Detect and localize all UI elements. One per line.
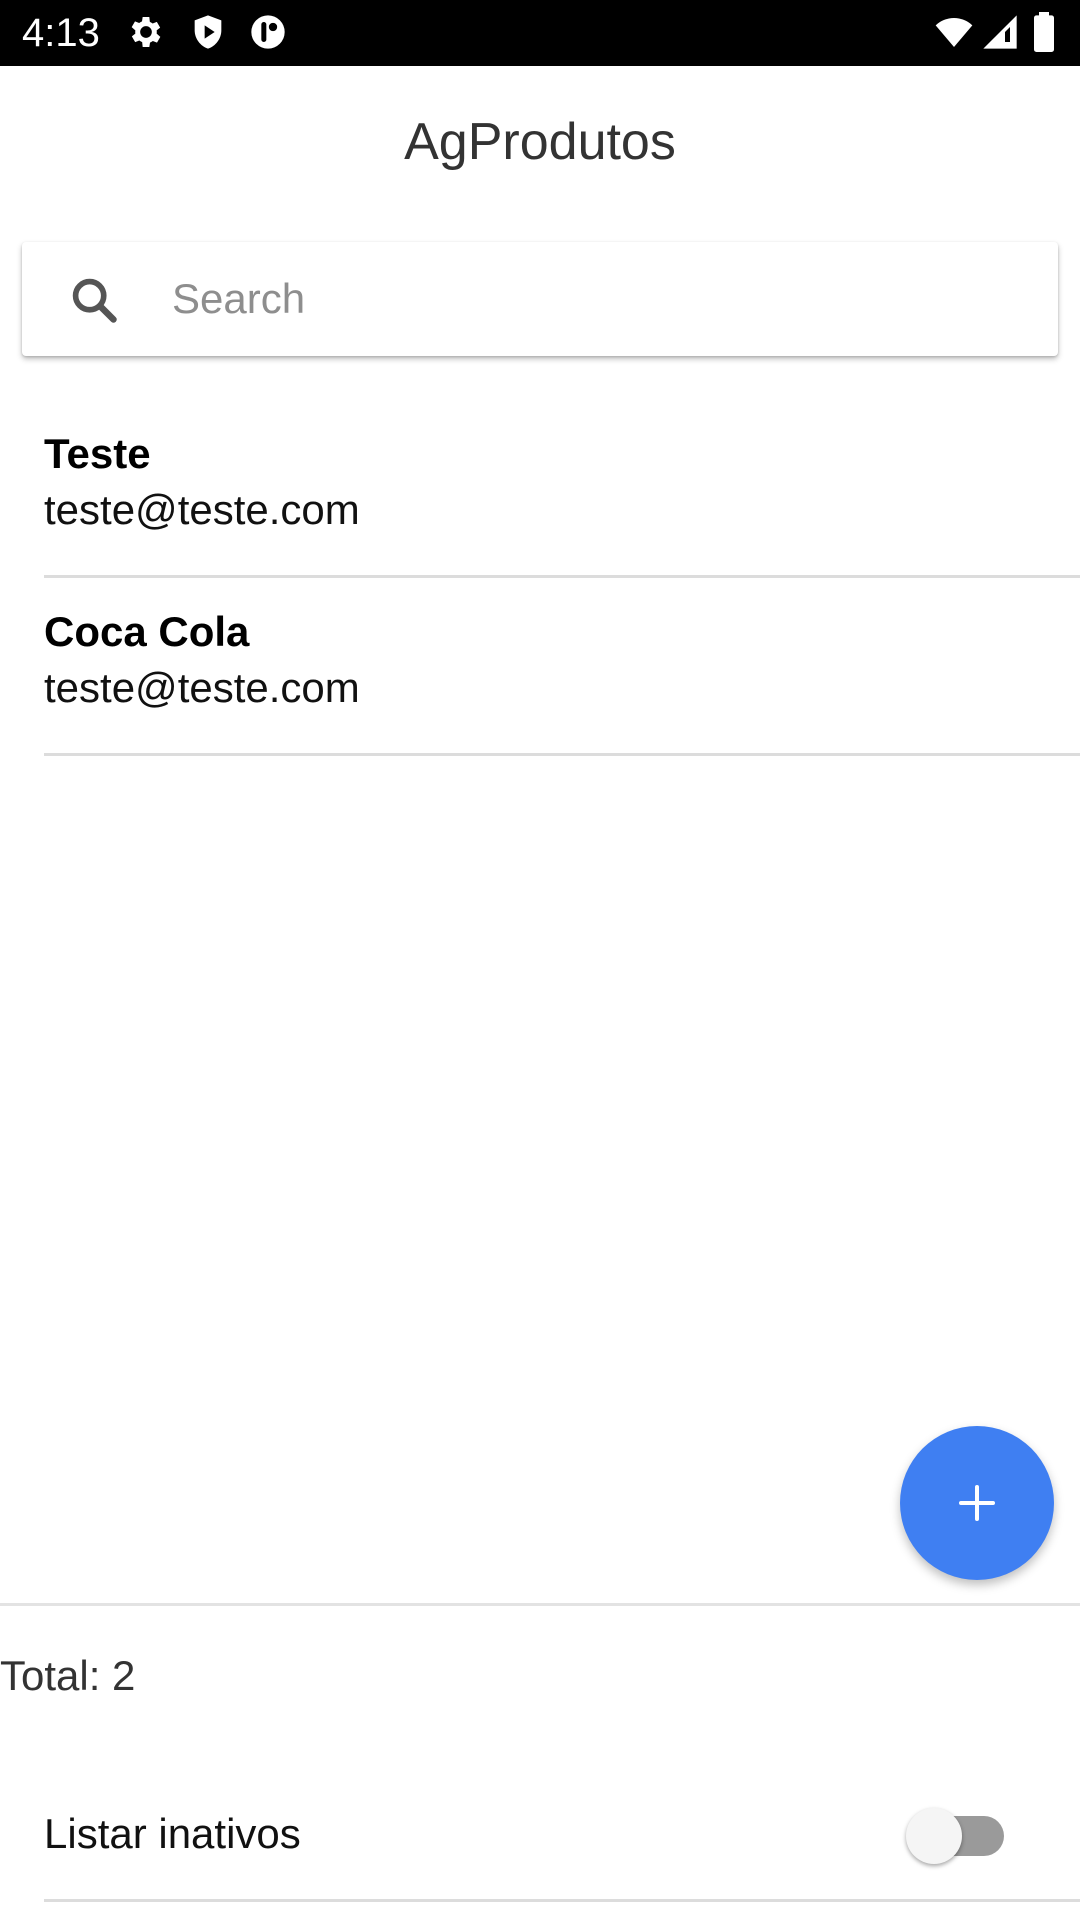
list-item-name: Teste xyxy=(44,430,151,477)
battery-icon xyxy=(1028,12,1060,52)
alert-badge-icon xyxy=(248,12,288,52)
list-item-email: teste@teste.com xyxy=(44,664,360,711)
gear-icon xyxy=(126,12,166,52)
list-inactive-row: Listar inativos xyxy=(44,1784,1080,1902)
list-item-name: Coca Cola xyxy=(44,608,250,655)
add-button[interactable] xyxy=(900,1426,1054,1580)
shield-play-icon xyxy=(188,12,228,52)
plus-icon xyxy=(953,1479,1001,1527)
list-item[interactable]: Teste teste@teste.com xyxy=(44,400,1080,578)
toggle-thumb[interactable] xyxy=(906,1808,962,1864)
footer-divider xyxy=(0,1603,1080,1606)
list-item[interactable]: Coca Cola teste@teste.com xyxy=(44,578,1080,756)
search-icon xyxy=(68,274,120,326)
wifi-icon xyxy=(934,12,974,52)
toggle-label: Listar inativos xyxy=(44,1810,301,1857)
status-bar: 4:13 xyxy=(0,0,1080,66)
search-input[interactable] xyxy=(172,264,1032,334)
list-item-email: teste@teste.com xyxy=(44,486,360,533)
page-title: AgProdutos xyxy=(404,113,676,171)
cell-signal-icon xyxy=(980,12,1020,52)
total-count: Total: 2 xyxy=(0,1652,136,1699)
status-time: 4:13 xyxy=(22,11,100,55)
